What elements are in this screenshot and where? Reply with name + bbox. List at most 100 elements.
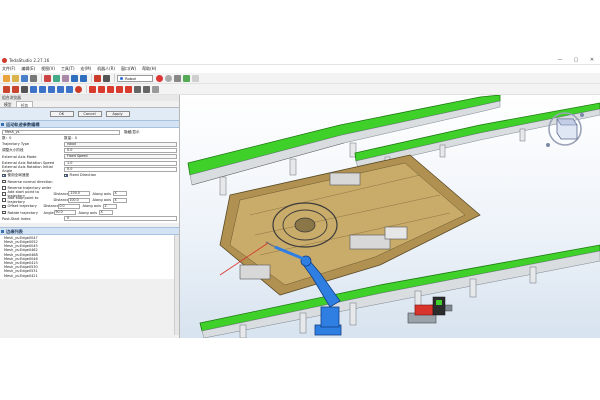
ok-button[interactable]: OK [49,111,74,117]
tool-library-icon[interactable] [98,85,105,93]
view-toolbar [0,84,600,95]
reverse-normal-checkbox[interactable] [2,179,6,184]
scene-canvas[interactable] [180,95,600,338]
rotate-axis-select[interactable]: X [98,210,113,216]
view-top-icon[interactable] [48,85,55,93]
stop-distance-input[interactable]: 100.0 [67,197,90,203]
external-axis-mode-select[interactable]: Fixed Speed [64,154,177,160]
reverse-order-checkbox[interactable] [2,186,6,190]
workpiece-icon[interactable] [116,85,123,93]
fit-all-icon[interactable] [3,85,10,93]
add-stop-point-checkbox[interactable] [2,198,6,202]
view-isometric-icon[interactable] [30,85,37,93]
app-logo-icon [2,58,7,63]
minimize-button[interactable]: — [556,57,564,63]
trajectory-name-input[interactable]: Mesh_ys [2,129,120,135]
external-axis-mode-label: External Axis Mode [2,154,37,159]
section-title-text: 运动轨迹参数编辑 [6,122,40,127]
count-label-b: 数量：0 [64,135,78,140]
trajectory-section-title[interactable]: 运动轨迹参数编辑 [0,120,179,128]
menu-file[interactable]: 文件(F) [2,66,15,72]
new-file-icon[interactable] [3,74,10,82]
fit-selection-icon[interactable] [12,85,19,93]
post-start-input[interactable]: 0 [64,216,177,222]
cancel-button[interactable]: Cancel [77,111,102,117]
stop-axis-select[interactable]: X [112,197,127,203]
global-speed-checkbox[interactable] [2,173,6,178]
tab-task[interactable]: 任务 [15,101,34,108]
fixed-direction-checkbox[interactable] [64,173,68,178]
list-item[interactable]: Mesh_ys:Edge0421 [2,274,177,278]
tab-model[interactable]: 模型 [0,101,16,107]
start-axis-label: Along axis [92,191,112,196]
draw-style-icon[interactable] [21,85,28,93]
offset-axis-select[interactable]: Z [102,203,117,209]
robot-library-icon[interactable] [89,85,96,93]
view-rear-icon[interactable] [66,85,73,93]
task-buttons: OK Cancel Apply [0,108,179,120]
stop-macro-icon[interactable] [165,74,172,82]
cut-icon[interactable] [44,74,51,82]
menu-edit[interactable]: 编辑(E) [21,66,35,72]
paste-icon[interactable] [62,74,69,82]
copy-icon[interactable] [53,74,60,82]
open-file-icon[interactable] [12,74,19,82]
rotate-angle-input[interactable]: 90.0 [53,210,76,216]
offset-distance-input[interactable]: 0.0 [57,203,80,209]
record-macro-icon[interactable] [156,74,163,82]
global-speed-label: 使用全局速度 [7,172,30,177]
run-macro-icon[interactable] [183,74,190,82]
trajectory-type-label: Trajectory Type [2,142,30,147]
workbench-value: Robot [125,75,137,81]
offset-axis-label: Along axis [82,204,102,209]
start-axis-select[interactable]: X [112,191,127,197]
resize-stage-input[interactable]: 0.0 [64,148,177,154]
pointer-icon[interactable] [103,74,110,82]
help-icon[interactable] [192,74,199,82]
workbench-icon [120,76,123,80]
close-button[interactable]: ✕ [588,57,596,63]
reverse-normal-label: Reverse normal direction [7,179,53,184]
print-icon[interactable] [30,74,37,82]
view-right-icon[interactable] [57,85,64,93]
fixture-icon[interactable] [107,85,114,93]
edge-list: Mesh_ys:Edge0047 Mesh_ys:Edge0052 Mesh_y… [0,234,179,279]
workbench-selector[interactable]: Robot [117,74,153,82]
menu-macro[interactable]: 宏(M) [81,66,92,72]
save-icon[interactable] [21,74,28,82]
apply-button[interactable]: Apply [105,111,130,117]
menu-window[interactable]: 窗口(W) [121,66,136,72]
rotation-speed-input[interactable]: 1.0 [64,160,177,166]
panel-scrollbar[interactable] [174,235,179,335]
undo-icon[interactable] [71,74,78,82]
refresh-icon[interactable] [94,74,101,82]
add-start-point-checkbox[interactable] [2,192,6,196]
toolbar-divider [114,74,115,82]
edge-list-section-title[interactable]: 边缘列表 [0,226,179,235]
simulate-icon[interactable] [134,85,141,93]
pen-icon[interactable] [152,85,159,93]
3d-viewport[interactable] [180,95,600,338]
menu-robot[interactable]: 机器人(R) [97,66,115,72]
toggle-visibility-button[interactable]: 隐藏/显示 [124,130,140,135]
redo-icon[interactable] [80,74,87,82]
measure-icon[interactable] [75,85,82,93]
toolbar-divider [41,74,42,82]
post-process-icon[interactable] [143,85,150,93]
fixed-direction-label: Fixed Direction [69,173,97,178]
view-front-icon[interactable] [39,85,46,93]
maximize-button[interactable]: ▢ [572,57,580,63]
stop-axis-label: Along axis [92,198,112,203]
macro-list-icon[interactable] [174,74,181,82]
rotate-axis-label: Along axis [78,210,98,215]
offset-trajectory-checkbox[interactable] [2,204,6,209]
initial-angle-input[interactable]: 0.0 [64,166,177,172]
start-distance-input[interactable]: -100.0 [67,191,90,197]
menu-view[interactable]: 视图(V) [41,66,55,72]
trajectory-icon[interactable] [125,85,132,93]
trajectory-type-select[interactable]: robot [64,141,177,147]
window-title: TedaStudio 2.27.16 [9,58,50,63]
menu-help[interactable]: 帮助(H) [142,66,156,72]
menu-tools[interactable]: 工具(T) [61,66,75,72]
rotate-trajectory-checkbox[interactable] [2,210,6,215]
